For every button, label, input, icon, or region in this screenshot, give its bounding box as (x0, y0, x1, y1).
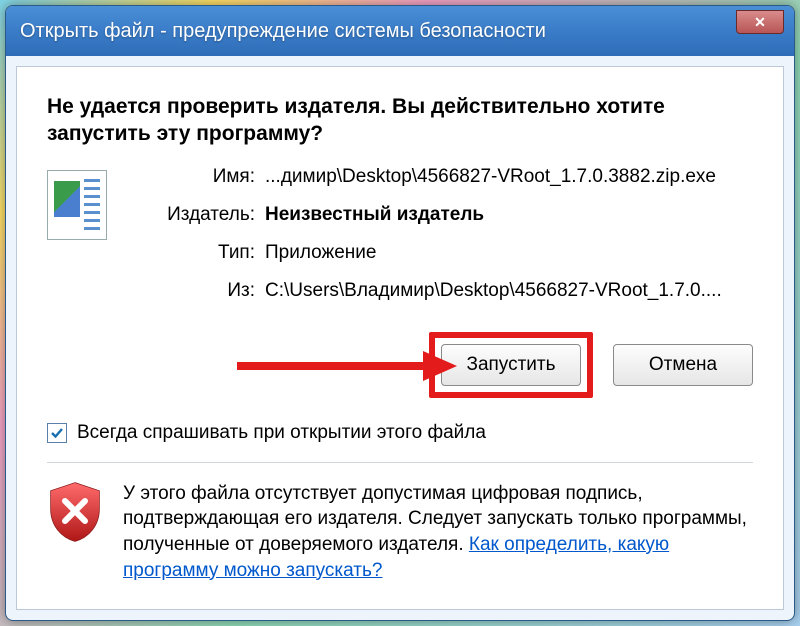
close-icon: ✕ (754, 14, 766, 31)
file-icon (47, 170, 107, 240)
annotation-arrow (237, 353, 457, 377)
from-value: C:\Users\Владимир\Desktop\4566827-VRoot_… (265, 280, 753, 302)
from-label: Из: (125, 280, 255, 302)
name-label: Имя: (125, 166, 255, 188)
button-row: Запустить Отмена (47, 332, 753, 398)
titlebar[interactable]: Открыть файл - предупреждение системы бе… (6, 6, 794, 56)
type-label: Тип: (125, 242, 255, 264)
always-ask-label: Всегда спрашивать при открытии этого фай… (77, 422, 486, 444)
file-info-grid: Имя: ...димир\Desktop\4566827-VRoot_1.7.… (125, 166, 753, 302)
run-button[interactable]: Запустить (441, 344, 581, 386)
type-value: Приложение (265, 242, 753, 264)
publisher-label: Издатель: (125, 204, 255, 226)
warning-text: У этого файла отсутствует допустимая циф… (123, 481, 753, 584)
dialog-body: Не удается проверить издателя. Вы действ… (16, 66, 784, 610)
always-ask-row: Всегда спрашивать при открытии этого фай… (47, 422, 753, 444)
close-button[interactable]: ✕ (736, 10, 784, 34)
dialog-heading: Не удается проверить издателя. Вы действ… (47, 93, 753, 148)
name-value: ...димир\Desktop\4566827-VRoot_1.7.0.388… (265, 166, 753, 188)
cancel-button[interactable]: Отмена (613, 344, 753, 386)
warning-area: У этого файла отсутствует допустимая циф… (47, 481, 753, 584)
window-title: Открыть файл - предупреждение системы бе… (20, 20, 546, 43)
checkmark-icon (50, 426, 64, 440)
file-info-area: Имя: ...димир\Desktop\4566827-VRoot_1.7.… (47, 166, 753, 302)
shield-warning-icon (47, 481, 103, 543)
security-warning-dialog: Открыть файл - предупреждение системы бе… (5, 5, 795, 621)
divider (47, 462, 753, 463)
always-ask-checkbox[interactable] (47, 423, 67, 443)
publisher-value: Неизвестный издатель (265, 204, 753, 226)
